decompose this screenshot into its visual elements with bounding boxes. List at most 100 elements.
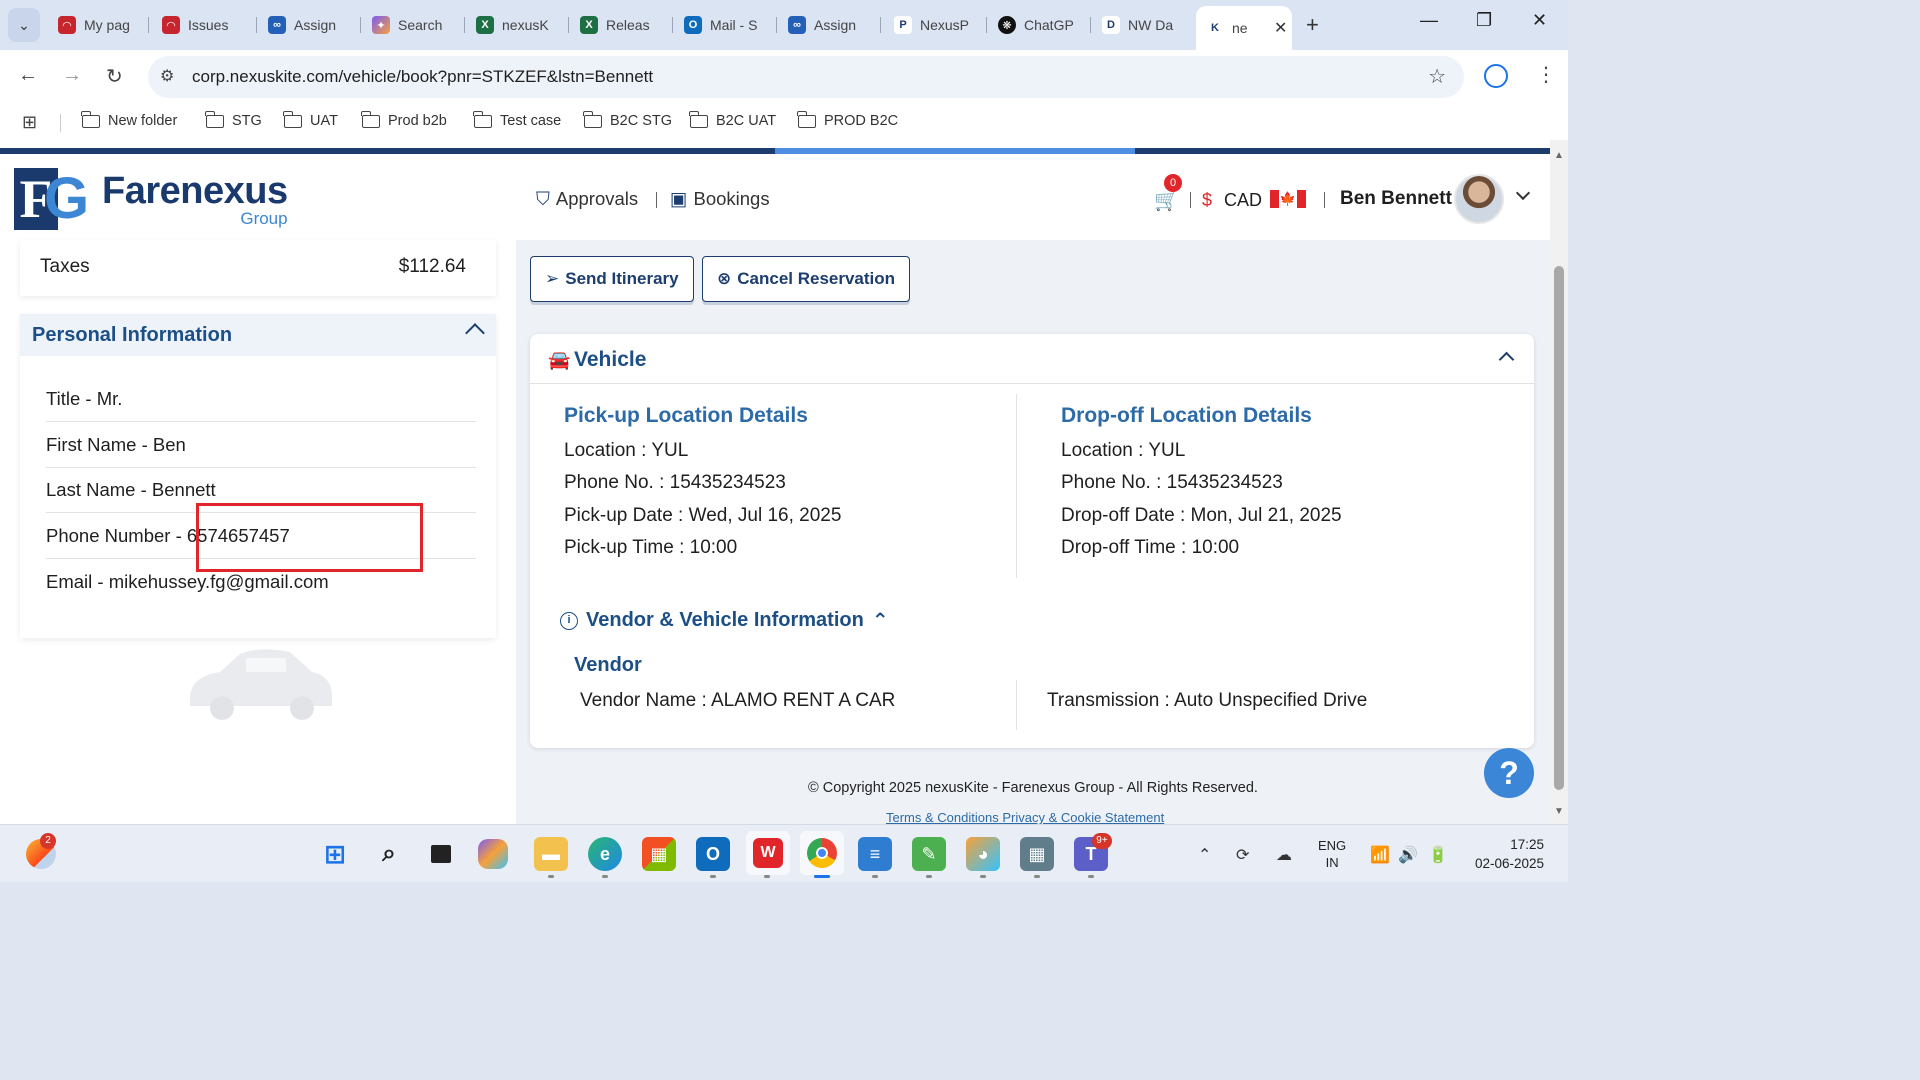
vendor-vehicle-info-toggle[interactable]: i Vendor & Vehicle Information ⌃ [560, 608, 889, 633]
folder-icon [81, 110, 100, 128]
volume-icon[interactable]: 🔊 [1398, 845, 1418, 865]
personal-information-title: Personal Information [32, 324, 233, 346]
start-windows-icon[interactable]: ⊞ [318, 837, 352, 871]
browser-tab[interactable]: ∞ Assign [258, 8, 358, 42]
battery-icon[interactable]: 🔋 [1428, 845, 1448, 865]
paint-icon[interactable]: ◕ [966, 837, 1000, 871]
browser-tab[interactable]: P NexusP [884, 8, 984, 42]
show-hidden-icons-chevron-icon[interactable]: ⌃ [1198, 845, 1211, 865]
copyright-text: © Copyright 2025 nexusKite - Farenexus G… [808, 780, 1258, 796]
browser-tab-active[interactable]: K ne ✕ [1196, 6, 1292, 50]
microsoft-store-icon[interactable]: ▦ [642, 837, 676, 871]
restore-icon[interactable]: ❐ [1476, 10, 1492, 31]
calculator-icon[interactable]: ▦ [1020, 837, 1054, 871]
outlook-icon[interactable]: O [696, 837, 730, 871]
taxes-card: Taxes $112.64 [20, 240, 496, 296]
minimize-icon[interactable]: — [1420, 10, 1438, 31]
browser-tab[interactable]: X nexusK [466, 8, 566, 42]
bookmark-folder[interactable]: Test case [473, 110, 561, 129]
search-icon[interactable]: ⌕ [372, 837, 406, 871]
folder-icon [583, 110, 602, 128]
approvals-link[interactable]: ⛉ Approvals [536, 188, 638, 210]
wps-office-icon[interactable]: W [746, 831, 790, 875]
farenexus-logo[interactable]: F G Farenexus Group [14, 168, 288, 230]
notepad-icon[interactable]: ≡ [858, 837, 892, 871]
chevron-up-icon[interactable] [1498, 351, 1515, 368]
personal-information-card: Personal Information Title - Mr. First N… [20, 314, 496, 638]
copilot-icon[interactable] [478, 839, 508, 869]
bookmark-star-icon[interactable]: ☆ [1428, 64, 1446, 89]
edge-icon[interactable]: e [588, 837, 622, 871]
browser-tab[interactable]: ∞ Assign [778, 8, 878, 42]
privacy-link[interactable]: Privacy & Cookie Statement [1002, 810, 1164, 824]
tab-separator [776, 17, 777, 33]
browser-tab[interactable]: ◠ Issues [152, 8, 252, 42]
apps-grid-icon[interactable]: ⊞ [22, 112, 37, 133]
fg-logo-mark: F G [14, 168, 90, 230]
wifi-icon[interactable]: 📶 [1370, 845, 1390, 865]
cancel-reservation-button[interactable]: ⊗ Cancel Reservation [702, 256, 911, 302]
bookmark-folder[interactable]: B2C STG [583, 110, 672, 129]
tab-separator [986, 17, 987, 33]
scroll-down-arrow-icon[interactable]: ▼ [1554, 806, 1564, 817]
browser-tab[interactable]: O Mail - S [674, 8, 774, 42]
tab-title: NW Da [1128, 17, 1174, 33]
bookmark-folder[interactable]: B2C UAT [689, 110, 776, 129]
system-clock[interactable]: 17:25 02-06-2025 [1462, 835, 1544, 873]
onedrive-cloud-icon[interactable]: ☁ [1276, 845, 1292, 865]
new-tab-button[interactable]: + [1306, 12, 1319, 38]
file-explorer-icon[interactable]: ▬ [534, 837, 568, 871]
send-itinerary-button[interactable]: ➢ Send Itinerary [530, 256, 694, 302]
close-tab-icon[interactable]: ✕ [1274, 18, 1287, 38]
currency-selector[interactable]: CAD [1224, 190, 1262, 211]
chevron-up-icon[interactable] [465, 323, 485, 343]
terms-link[interactable]: Terms & Conditions [886, 810, 999, 824]
scroll-up-arrow-icon[interactable]: ▲ [1554, 150, 1564, 161]
url-text[interactable]: corp.nexuskite.com/vehicle/book?pnr=STKZ… [192, 67, 653, 87]
folder-icon [797, 110, 816, 128]
bookmark-folder[interactable]: Prod b2b [361, 110, 447, 129]
bookings-link[interactable]: ▣ Bookings [670, 188, 770, 210]
bookmark-folder[interactable]: STG [205, 110, 262, 129]
circle-x-icon: ⊗ [717, 269, 732, 288]
folder-icon [283, 110, 302, 128]
chrome-icon[interactable] [800, 831, 844, 875]
scroll-thumb[interactable] [1554, 266, 1564, 790]
browser-menu-icon[interactable]: ⋮ [1536, 62, 1556, 87]
page-scrollbar[interactable]: ▲ ▼ [1550, 140, 1568, 824]
vehicle-card-header[interactable]: 🚘 Vehicle [530, 334, 1534, 384]
bookmark-folder[interactable]: PROD B2C [797, 110, 898, 129]
browser-tab[interactable]: ◠ My pag [48, 8, 144, 42]
tab-search-button[interactable]: ⌄ [8, 8, 40, 42]
browser-tab[interactable]: ✦ Search [362, 8, 462, 42]
cart-icon[interactable]: 🛒 [1154, 188, 1179, 213]
profile-icon[interactable] [1484, 64, 1508, 88]
chevron-down-icon[interactable] [1515, 185, 1531, 201]
vendor-title: Vendor [574, 654, 642, 676]
pickup-details-title: Pick-up Location Details [564, 404, 808, 427]
omnibox[interactable]: ⚙ corp.nexuskite.com/vehicle/book?pnr=ST… [148, 56, 1464, 98]
outlook-icon: O [684, 16, 702, 34]
p-icon: P [894, 16, 912, 34]
browser-tab[interactable]: D NW Da [1092, 8, 1192, 42]
help-button[interactable]: ? [1484, 748, 1534, 798]
user-name[interactable]: Ben Bennett [1340, 188, 1452, 210]
snipping-tool-icon[interactable]: ✎ [912, 837, 946, 871]
bookmark-folder[interactable]: New folder [81, 110, 177, 129]
dropoff-date: Drop-off Date : Mon, Jul 21, 2025 [1061, 505, 1342, 526]
sync-icon[interactable]: ⟳ [1236, 845, 1249, 865]
browser-tab[interactable]: X Releas [570, 8, 670, 42]
browser-tab[interactable]: ❋ ChatGP [988, 8, 1088, 42]
close-window-icon[interactable]: ✕ [1532, 10, 1547, 31]
back-arrow-icon[interactable]: ← [18, 64, 38, 87]
personal-information-header[interactable]: Personal Information [20, 314, 496, 356]
avatar[interactable] [1454, 174, 1504, 224]
bookmark-label: Prod b2b [388, 113, 447, 129]
currency-symbol[interactable]: $ [1202, 190, 1212, 211]
bookmark-folder[interactable]: UAT [283, 110, 338, 129]
reload-icon[interactable]: ↻ [106, 64, 123, 89]
task-view-icon[interactable] [424, 837, 458, 871]
forward-arrow-icon[interactable]: → [62, 64, 82, 87]
site-settings-icon[interactable]: ⚙ [160, 66, 174, 86]
language-indicator[interactable]: ENG IN [1318, 837, 1346, 871]
